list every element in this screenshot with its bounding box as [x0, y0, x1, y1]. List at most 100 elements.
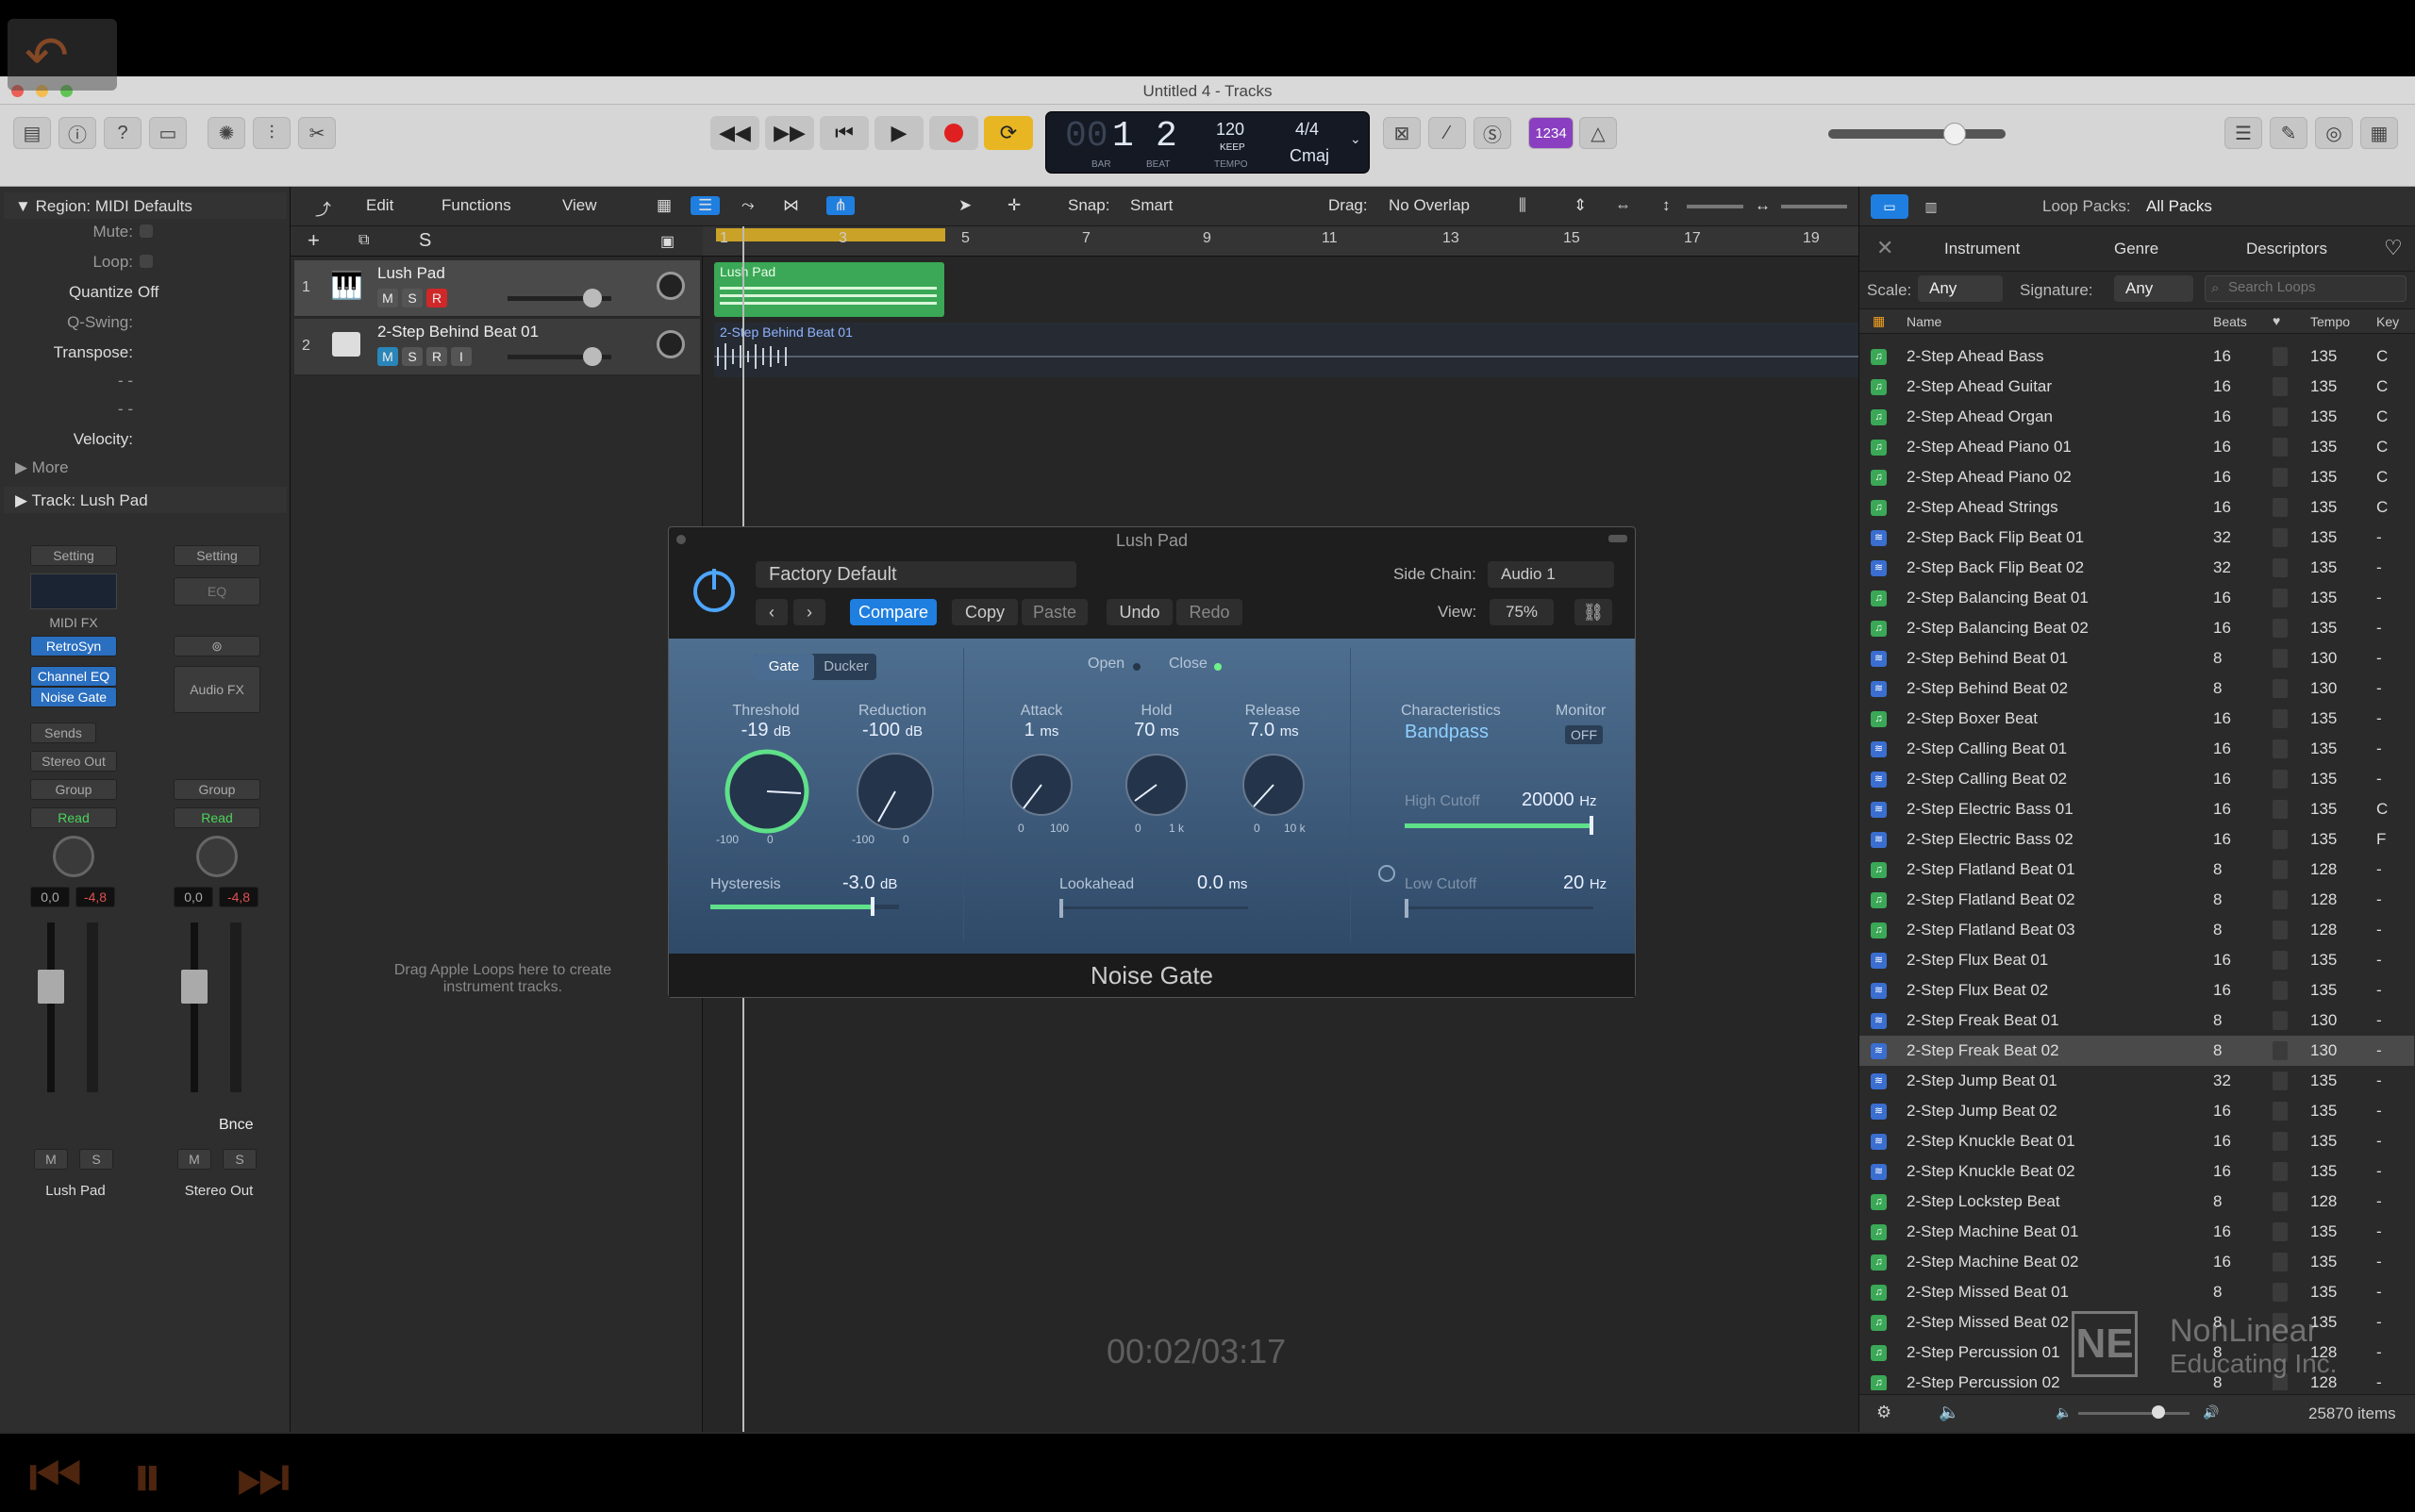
next-preset-icon[interactable]: ›	[793, 599, 825, 625]
duplicate-track-icon[interactable]: ⧉	[358, 232, 369, 249]
instrument-slot[interactable]: RetroSyn	[30, 636, 117, 656]
hysteresis-value[interactable]: -3.0	[842, 872, 874, 893]
channel-eq-slot[interactable]: Channel EQ	[30, 666, 117, 687]
snap-menu[interactable]: Smart	[1130, 196, 1173, 215]
list-item[interactable]: ≋ 2-Step Knuckle Beat 02 16 135 -	[1859, 1156, 2414, 1187]
mute-checkbox[interactable]	[140, 224, 153, 238]
list-item[interactable]: ≋ 2-Step Calling Beat 01 16 135 -	[1859, 734, 2414, 764]
list-item[interactable]: ≋ 2-Step Knuckle Beat 01 16 135 -	[1859, 1126, 2414, 1156]
undo-button[interactable]: Undo	[1107, 599, 1173, 625]
list-item[interactable]: ≋ 2-Step Freak Beat 01 8 130 -	[1859, 1005, 2414, 1036]
track-volume-handle[interactable]	[583, 289, 602, 307]
list-item[interactable]: ♫ 2-Step Ahead Piano 01 16 135 C	[1859, 432, 2414, 462]
tab-genre[interactable]: Genre	[2114, 240, 2158, 258]
favorite-checkbox[interactable]	[2273, 347, 2288, 366]
cycle-icon[interactable]: ⟳	[984, 116, 1033, 150]
column-name[interactable]: Name	[1907, 314, 1941, 329]
library-icon[interactable]: ▤	[13, 117, 51, 149]
track-inspector-header[interactable]: ▶ Track: Lush Pad	[4, 487, 287, 513]
favorite-column-icon[interactable]: ♥	[2273, 313, 2280, 328]
favorite-checkbox[interactable]	[2273, 589, 2288, 607]
list-item[interactable]: ♫ 2-Step Ahead Bass 16 135 C	[1859, 341, 2414, 372]
track-solo-button[interactable]: S	[402, 289, 423, 307]
attack-knob[interactable]	[1008, 752, 1074, 818]
strip2-volume-fader-handle[interactable]	[181, 970, 208, 1004]
track-row[interactable]: 2 2-Step Behind Beat 01 M S R I	[294, 319, 700, 375]
favorite-checkbox[interactable]	[2273, 800, 2288, 819]
search-field[interactable]: ⌕	[2205, 275, 2407, 302]
low-cutoff-value[interactable]: 20	[1563, 872, 1584, 893]
list-item[interactable]: ♫ 2-Step Balancing Beat 02 16 135 -	[1859, 613, 2414, 643]
track-pan-knob[interactable]	[657, 272, 685, 300]
list-item[interactable]: ≋ 2-Step Jump Beat 01 32 135 -	[1859, 1066, 2414, 1096]
high-cutoff-value[interactable]: 20000	[1522, 789, 1574, 810]
vertical-zoom-icon[interactable]: ↕	[1662, 196, 1671, 215]
audio-loop-region[interactable]: 2-Step Behind Beat 01	[714, 323, 1858, 377]
vertical-zoom-slider[interactable]	[1687, 205, 1743, 208]
gate-mode-button[interactable]: Gate	[754, 654, 814, 680]
low-cutoff-handle[interactable]	[1405, 899, 1408, 918]
favorite-checkbox[interactable]	[2273, 468, 2288, 487]
lcd-display[interactable]: 00 1 2 BAR BEAT 120 KEEP TEMPO 4/4 Cmaj …	[1045, 111, 1370, 174]
favorite-checkbox[interactable]	[2273, 1132, 2288, 1151]
view-menu[interactable]: View	[562, 196, 597, 215]
column-beats[interactable]: Beats	[2213, 314, 2247, 329]
favorite-checkbox[interactable]	[2273, 679, 2288, 698]
loop-list[interactable]: ♫ 2-Step Ahead Bass 16 135 C ♫ 2-Step Ahead Gu…	[1859, 341, 2415, 1390]
play-icon[interactable]: ▶	[874, 116, 924, 150]
more-row[interactable]: ▶ More	[15, 458, 303, 477]
global-solo-button[interactable]: S	[419, 230, 431, 252]
autopunch-icon[interactable]: ⁄	[1428, 117, 1466, 149]
favorite-checkbox[interactable]	[2273, 709, 2288, 728]
favorite-checkbox[interactable]	[2273, 830, 2288, 849]
attack-value[interactable]: 1	[1024, 720, 1035, 740]
horizontal-fit-icon[interactable]: ⇔	[1615, 196, 1631, 215]
list-item[interactable]: ♫ 2-Step Ahead Piano 02 16 135 C	[1859, 462, 2414, 492]
favorite-checkbox[interactable]	[2273, 649, 2288, 668]
automation-icon[interactable]: ⤳	[741, 196, 755, 215]
loop-checkbox[interactable]	[140, 255, 153, 268]
sidechain-menu[interactable]: Audio 1	[1488, 561, 1614, 588]
favorite-checkbox[interactable]	[2273, 619, 2288, 638]
link-icon[interactable]: ⛓	[1574, 599, 1612, 625]
strip2-group-slot[interactable]: Group	[174, 779, 260, 800]
strip1-setting-button[interactable]: Setting	[30, 545, 117, 566]
drag-menu[interactable]: No Overlap	[1389, 196, 1470, 215]
list-item[interactable]: ♫ 2-Step Flatland Beat 01 8 128 -	[1859, 855, 2414, 885]
horizontal-zoom-icon[interactable]: ↔	[1755, 196, 1771, 215]
master-volume-slider[interactable]	[1828, 123, 2006, 145]
video-back-button[interactable]: ↶	[8, 19, 117, 91]
list-item[interactable]: ♫ 2-Step Flatland Beat 02 8 128 -	[1859, 885, 2414, 915]
list-item[interactable]: ≋ 2-Step Jump Beat 02 16 135 -	[1859, 1096, 2414, 1126]
list-item[interactable]: ♫ 2-Step Machine Beat 01 16 135 -	[1859, 1217, 2414, 1247]
flex-icon[interactable]: ⋈	[783, 196, 799, 215]
toolbar-icon[interactable]: ▭	[149, 117, 187, 149]
smart-controls-icon[interactable]: ✺	[208, 117, 245, 149]
lookahead-handle[interactable]	[1059, 899, 1063, 918]
favorite-checkbox[interactable]	[2273, 438, 2288, 457]
lookahead-slider[interactable]	[1059, 906, 1248, 909]
track-mute-button[interactable]: M	[377, 289, 398, 307]
group-slot[interactable]: Group	[30, 779, 117, 800]
favorite-checkbox[interactable]	[2273, 1041, 2288, 1060]
favorite-checkbox[interactable]	[2273, 407, 2288, 426]
paste-button[interactable]: Paste	[1022, 599, 1088, 625]
grid-view-icon[interactable]: ▦	[657, 196, 672, 215]
list-item[interactable]: ≋ 2-Step Back Flip Beat 01 32 135 -	[1859, 523, 2414, 553]
copy-button[interactable]: Copy	[952, 599, 1018, 625]
track-input-monitor-button[interactable]: I	[451, 347, 472, 366]
midi-fx-slot[interactable]: MIDI FX	[30, 613, 117, 634]
edit-menu[interactable]: Edit	[366, 196, 393, 215]
loop-browser-icon[interactable]: ◎	[2315, 117, 2353, 149]
track-name[interactable]: 2-Step Behind Beat 01	[377, 323, 539, 341]
column-view-icon[interactable]: ▭	[1871, 194, 1908, 219]
sends-slot[interactable]: Sends	[30, 723, 96, 743]
ducker-mode-button[interactable]: Ducker	[816, 654, 876, 680]
preview-speaker-icon[interactable]: 🔈	[1939, 1403, 1959, 1422]
redo-button[interactable]: Redo	[1176, 599, 1242, 625]
favorite-checkbox[interactable]	[2273, 921, 2288, 939]
list-item[interactable]: ≋ 2-Step Flux Beat 02 16 135 -	[1859, 975, 2414, 1005]
strip2-eq-slot[interactable]: EQ	[174, 577, 260, 606]
mixer-icon[interactable]: ⫶	[253, 117, 291, 149]
strip2-setting-button[interactable]: Setting	[174, 545, 260, 566]
